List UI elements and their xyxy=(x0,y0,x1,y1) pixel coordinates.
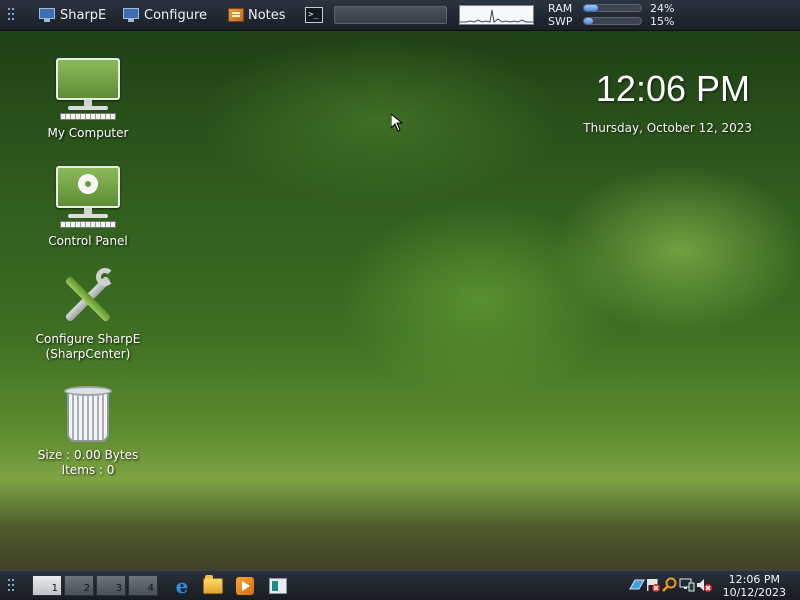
swp-percent: 15% xyxy=(650,15,675,28)
configure-menu-button[interactable]: Configure xyxy=(122,0,207,30)
run-input[interactable] xyxy=(334,6,447,24)
configure-sharpe-label: Configure SharpE xyxy=(35,332,141,346)
trash-items-text: Items : 0 xyxy=(61,463,115,477)
workspace-2-button[interactable]: 2 xyxy=(64,575,94,596)
flag-icon[interactable] xyxy=(645,577,661,593)
my-computer-label: My Computer xyxy=(47,126,129,140)
cpu-graph-line xyxy=(460,9,533,23)
sharpe-menu-button[interactable]: SharpE xyxy=(38,0,106,30)
taskbar-clock-date: 10/12/2023 xyxy=(722,586,786,599)
sharpe-menu-label: SharpE xyxy=(60,7,107,23)
volume-muted-icon[interactable] xyxy=(696,577,712,593)
ram-meter xyxy=(583,4,642,12)
taskbar: 1 2 3 4 e 12:06 PM 10/12/2023 xyxy=(0,570,800,600)
workspace-1-button[interactable]: 1 xyxy=(32,575,62,596)
workspace-4-button[interactable]: 4 xyxy=(128,575,158,596)
file-explorer-button[interactable] xyxy=(202,575,224,597)
sharpcenter-label: (SharpCenter) xyxy=(45,347,131,361)
monitor-icon[interactable] xyxy=(679,577,695,593)
control-panel-icon xyxy=(56,166,120,232)
terminal-button[interactable]: >_ xyxy=(305,0,323,30)
top-panel-grip[interactable] xyxy=(8,0,14,30)
trash-size-text: Size : 0.00 Bytes xyxy=(37,448,139,462)
notes-button[interactable]: Notes xyxy=(228,0,286,30)
desktop-icon-configure-sharpe[interactable]: Configure SharpE (SharpCenter) xyxy=(28,268,148,362)
desktop-icon-recycle-bin[interactable]: Size : 0.00 Bytes Items : 0 xyxy=(28,384,148,478)
trash-icon xyxy=(62,384,114,444)
clock-widget-time: 12:06 PM xyxy=(595,68,750,109)
media-player-button[interactable] xyxy=(234,575,256,597)
window-app-button[interactable] xyxy=(267,575,289,597)
taskbar-clock-time: 12:06 PM xyxy=(728,573,780,586)
desktop[interactable]: SharpE Configure Notes >_ RAM 24% SWP 15… xyxy=(0,0,800,600)
folder-icon xyxy=(203,575,223,594)
notes-label: Notes xyxy=(248,7,286,23)
swp-meter-fill xyxy=(584,18,593,24)
search-icon[interactable] xyxy=(662,577,678,593)
control-panel-label: Control Panel xyxy=(48,234,128,248)
computer-icon xyxy=(56,58,120,124)
clock-widget-date: Thursday, October 12, 2023 xyxy=(583,121,752,135)
notes-icon xyxy=(228,8,244,22)
mouse-cursor-icon xyxy=(391,114,403,132)
grip-icon xyxy=(8,8,14,22)
configure-menu-label: Configure xyxy=(144,7,208,23)
network-icon[interactable] xyxy=(629,577,645,593)
media-player-icon xyxy=(236,577,254,595)
cpu-graph xyxy=(459,5,534,25)
swp-meter xyxy=(583,17,642,25)
tools-icon xyxy=(56,268,120,330)
desktop-icon-control-panel[interactable]: Control Panel xyxy=(28,166,148,249)
internet-explorer-button[interactable]: e xyxy=(171,575,193,597)
window-icon xyxy=(269,578,287,594)
monitor-icon xyxy=(38,8,56,22)
terminal-icon: >_ xyxy=(305,7,323,23)
ram-percent: 24% xyxy=(650,2,675,15)
grip-icon xyxy=(8,579,14,593)
top-panel: SharpE Configure Notes >_ RAM 24% SWP 15… xyxy=(0,0,800,31)
ram-label: RAM xyxy=(548,2,573,15)
internet-explorer-icon: e xyxy=(175,574,189,598)
taskbar-clock[interactable]: 12:06 PM 10/12/2023 xyxy=(723,573,786,599)
monitor-icon xyxy=(122,8,140,22)
workspace-3-button[interactable]: 3 xyxy=(96,575,126,596)
swp-label: SWP xyxy=(548,15,573,28)
desktop-icon-my-computer[interactable]: My Computer xyxy=(28,58,148,141)
taskbar-grip[interactable] xyxy=(8,571,14,600)
ram-meter-fill xyxy=(584,5,598,11)
